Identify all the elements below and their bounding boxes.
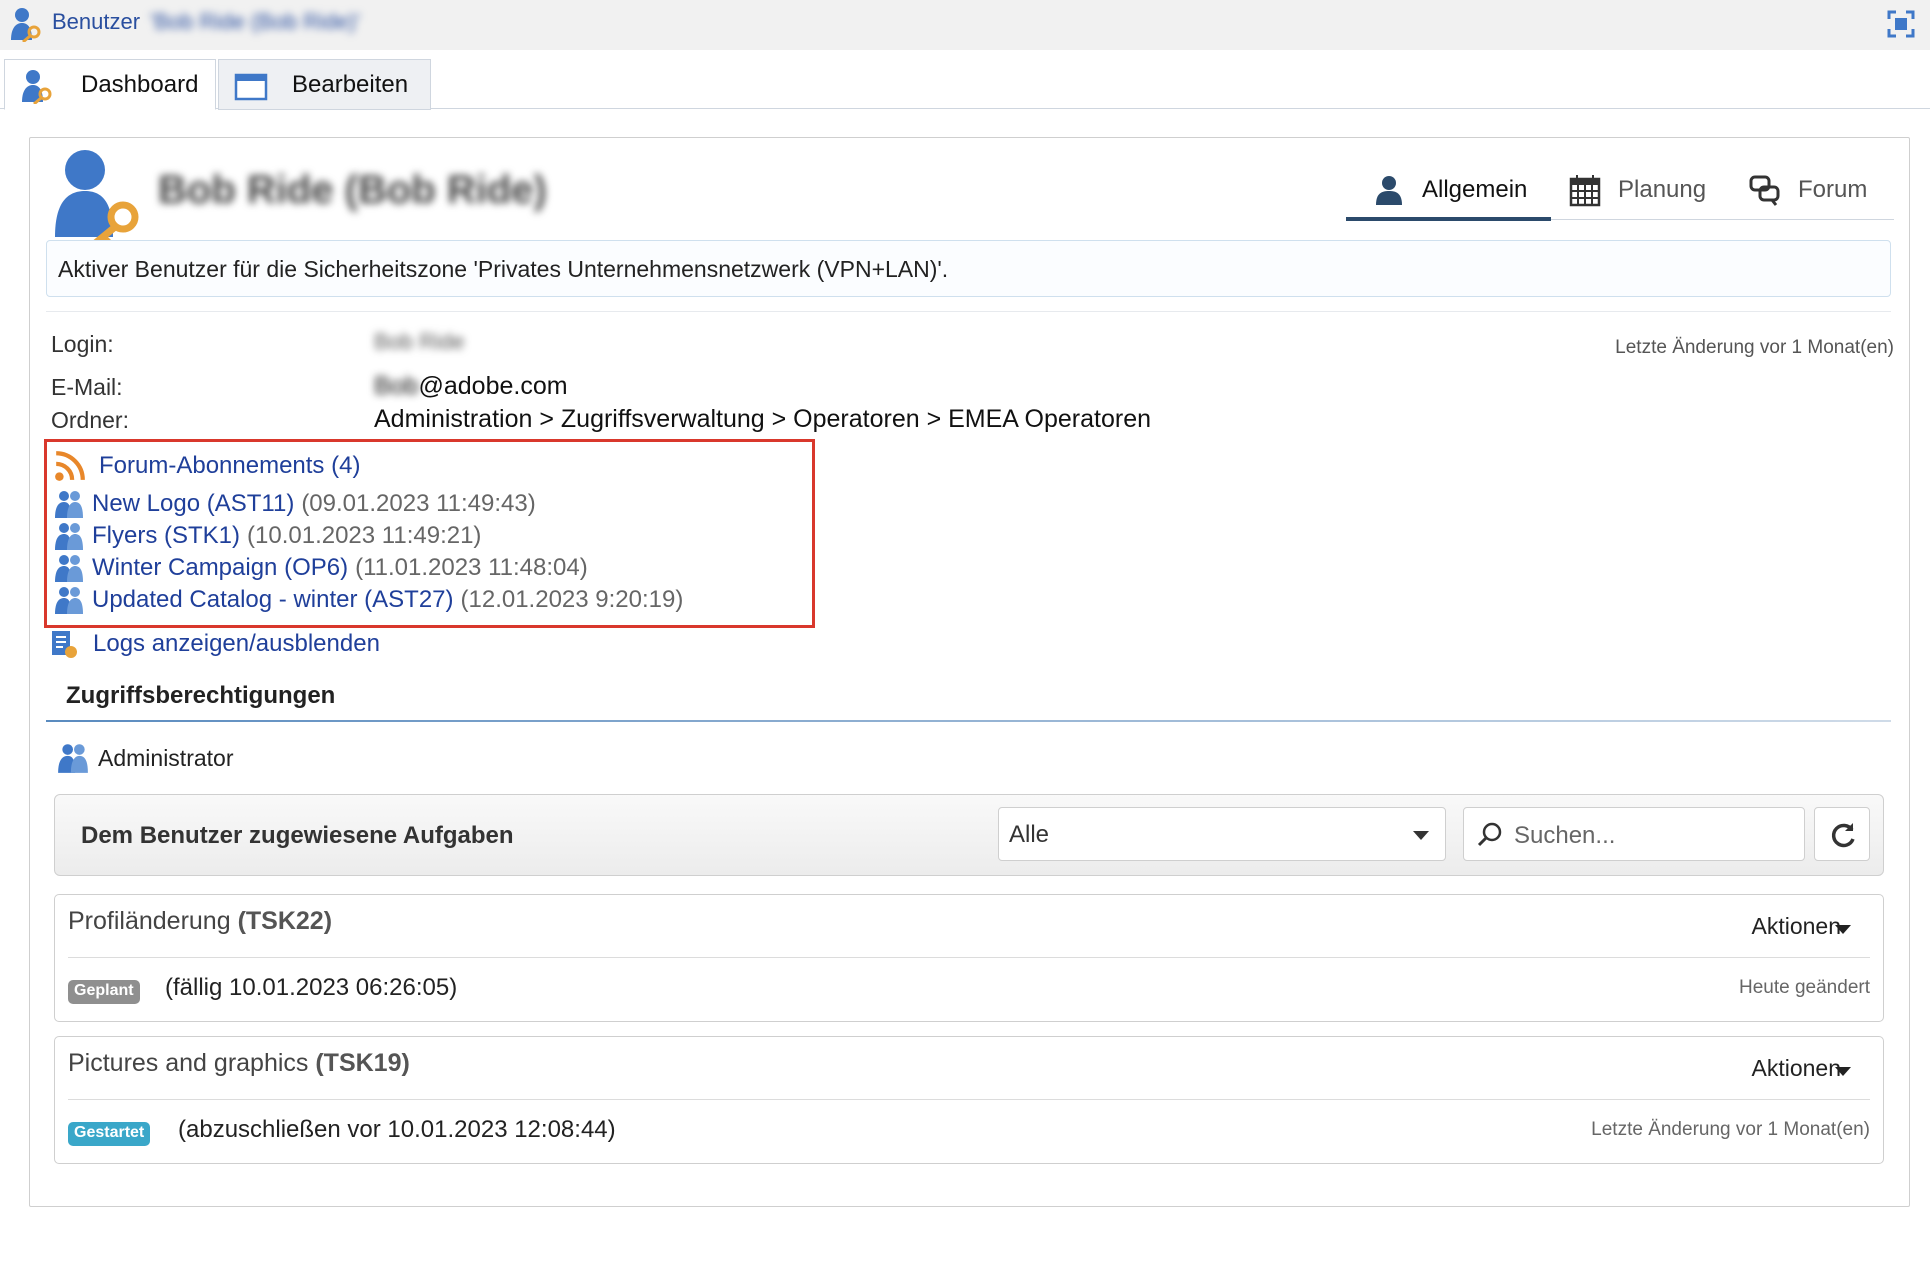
chevron-down-icon[interactable]: [1835, 925, 1851, 934]
chevron-down-icon[interactable]: [1835, 1067, 1851, 1076]
forum-item-date: (10.01.2023 11:49:21): [247, 522, 482, 549]
task-actions-menu[interactable]: Aktionen: [1751, 913, 1841, 940]
email-label: E-Mail:: [51, 374, 123, 400]
group-icon: [58, 744, 88, 773]
forum-subscriptions-link[interactable]: Forum-Abonnements (4): [99, 452, 360, 480]
forum-item-date: (11.01.2023 11:48:04): [355, 554, 588, 581]
status-badge: Geplant: [68, 980, 140, 1004]
rss-icon: [55, 451, 85, 481]
task-search-input[interactable]: Suchen...: [1463, 807, 1805, 861]
forum-item[interactable]: New Logo (AST11) (09.01.2023 11:49:43): [53, 488, 536, 520]
task-changed-text: Heute geändert: [1739, 977, 1870, 998]
task-search-placeholder: Suchen...: [1514, 822, 1616, 849]
group-icon: [55, 491, 83, 518]
forum-item-name[interactable]: Flyers (STK1): [92, 522, 240, 550]
tab-planning[interactable]: Planung: [1568, 168, 1706, 212]
tasks-toolbar: Dem Benutzer zugewiesene Aufgaben Alle S…: [54, 794, 1884, 876]
forum-item[interactable]: Updated Catalog - winter (AST27) (12.01.…: [53, 584, 683, 616]
role-item: Administrator: [56, 741, 233, 775]
status-info-box: Aktiver Benutzer für die Sicherheitszone…: [46, 240, 1891, 297]
window-title-label: Benutzer: [52, 9, 141, 34]
task-code: (TSK22): [237, 907, 333, 935]
divider: [68, 957, 1870, 958]
section-divider: [46, 720, 1891, 722]
last-change-text: Letzte Änderung vor 1 Monat(en): [1615, 337, 1894, 358]
task-filter-value: Alle: [1009, 821, 1050, 848]
maximize-icon[interactable]: [1886, 9, 1916, 39]
login-value: Bob Ride: [374, 329, 465, 354]
calendar-icon: [1569, 175, 1601, 207]
main-tab-bar: Dashboard Bearbeiten: [0, 55, 1930, 110]
status-badge: Gestartet: [68, 1122, 151, 1146]
person-icon: [1376, 176, 1402, 205]
forum-item-date: (09.01.2023 11:49:43): [301, 490, 536, 517]
refresh-icon: [1831, 823, 1855, 848]
tab-general[interactable]: Allgemein: [1372, 168, 1527, 212]
task-title-text: Pictures and graphics: [68, 1049, 309, 1077]
tab-dashboard-label: Dashboard: [81, 70, 199, 98]
tab-edit[interactable]: Bearbeiten: [218, 59, 431, 110]
task-title[interactable]: Pictures and graphics (TSK19): [68, 1049, 410, 1078]
task-due-text: (abzuschließen vor 10.01.2023 12:08:44): [178, 1116, 616, 1143]
user-key-icon: [11, 8, 41, 42]
task-title[interactable]: Profiländerung (TSK22): [68, 907, 332, 936]
login-label: Login:: [51, 331, 114, 357]
task-filter-select[interactable]: Alle: [998, 807, 1446, 861]
active-tab-indicator: [1346, 217, 1551, 221]
email-value: Bob@adobe.com: [374, 372, 568, 401]
tab-forum-label: Forum: [1798, 176, 1868, 203]
task-changed-text: Letzte Änderung vor 1 Monat(en): [1591, 1119, 1870, 1140]
folder-path: Administration > Zugriffsverwaltung > Op…: [374, 405, 1152, 433]
user-key-icon: [22, 70, 52, 104]
forum-item-name[interactable]: Updated Catalog - winter (AST27): [92, 586, 454, 614]
toggle-logs-label[interactable]: Logs anzeigen/ausblenden: [93, 630, 380, 658]
group-icon: [55, 523, 83, 550]
forum-item-name[interactable]: Winter Campaign (OP6): [92, 554, 348, 582]
refresh-button[interactable]: [1814, 807, 1870, 861]
user-avatar-icon: [55, 150, 139, 245]
group-icon: [55, 587, 83, 614]
forum-item[interactable]: Winter Campaign (OP6) (11.01.2023 11:48:…: [53, 552, 588, 584]
window-title-name: 'Bob Ride (Bob Ride)': [150, 9, 361, 34]
tasks-toolbar-label: Dem Benutzer zugewiesene Aufgaben: [81, 822, 514, 849]
task-code: (TSK19): [315, 1049, 410, 1077]
window-form-icon: [234, 73, 268, 101]
tab-planning-label: Planung: [1618, 176, 1707, 203]
folder-label: Ordner:: [51, 407, 129, 433]
view-tabs: Allgemein Planung Forum: [1346, 160, 1894, 221]
role-name: Administrator: [98, 744, 234, 771]
forum-icon: [1749, 175, 1780, 206]
forum-item-name[interactable]: New Logo (AST11): [92, 490, 294, 518]
task-actions-menu[interactable]: Aktionen: [1751, 1055, 1841, 1082]
search-icon: [1477, 822, 1502, 847]
divider: [46, 311, 1891, 312]
email-domain: @adobe.com: [418, 372, 568, 400]
divider: [68, 1099, 1870, 1100]
chevron-down-icon: [1413, 831, 1429, 840]
log-icon: [52, 631, 77, 658]
group-icon: [55, 555, 83, 582]
tab-general-label: Allgemein: [1422, 176, 1528, 203]
email-user: Bob: [374, 372, 419, 400]
toggle-logs-link[interactable]: Logs anzeigen/ausblenden: [49, 629, 380, 659]
task-card: Pictures and graphics (TSK19) Aktionen G…: [54, 1036, 1884, 1164]
task-title-text: Profiländerung: [68, 907, 231, 935]
forum-item-date: (12.01.2023 9:20:19): [460, 586, 684, 613]
tab-dashboard[interactable]: Dashboard: [4, 59, 216, 110]
access-rights-title: Zugriffsberechtigungen: [66, 682, 336, 709]
tab-forum[interactable]: Forum: [1748, 168, 1867, 212]
task-due-text: (fällig 10.01.2023 06:26:05): [165, 974, 458, 1001]
tab-edit-label: Bearbeiten: [292, 70, 409, 98]
forum-subscriptions-header[interactable]: Forum-Abonnements (4): [53, 449, 360, 483]
user-display-name: Bob Ride (Bob Ride): [158, 168, 547, 212]
window-title-bar: Benutzer 'Bob Ride (Bob Ride)': [0, 0, 1930, 50]
task-card: Profiländerung (TSK22) Aktionen Geplant …: [54, 894, 1884, 1022]
forum-item[interactable]: Flyers (STK1) (10.01.2023 11:49:21): [53, 520, 481, 552]
